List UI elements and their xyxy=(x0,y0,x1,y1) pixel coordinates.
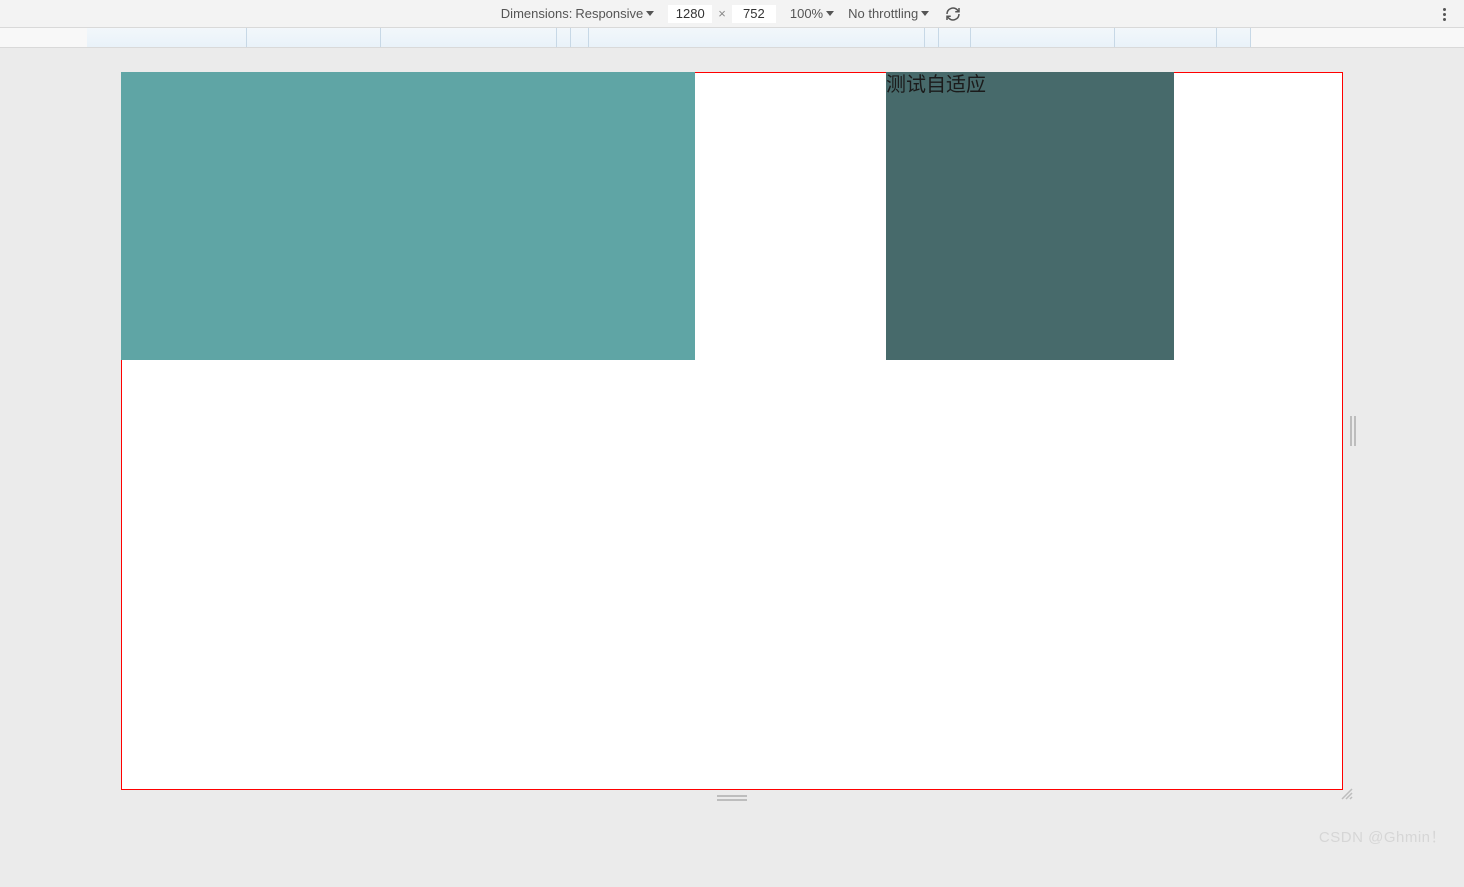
rotate-icon xyxy=(944,5,962,23)
resize-handle-corner[interactable] xyxy=(1340,787,1354,801)
emulated-viewport: 测试自适应 xyxy=(121,72,1343,790)
ruler-segment[interactable] xyxy=(971,28,1115,47)
ruler-segment[interactable] xyxy=(925,28,939,47)
throttling-dropdown[interactable]: No throttling xyxy=(848,6,929,21)
ruler-segments xyxy=(87,28,1251,47)
breakpoint-ruler[interactable] xyxy=(0,28,1464,48)
device-toolbar: Dimensions: Responsive × 100% No throttl… xyxy=(0,0,1464,28)
teal-box xyxy=(121,72,695,360)
ruler-segment[interactable] xyxy=(87,28,247,47)
zoom-dropdown[interactable]: 100% xyxy=(790,6,834,21)
ruler-segment[interactable] xyxy=(381,28,557,47)
resize-handle-bottom[interactable] xyxy=(717,795,747,803)
kebab-icon xyxy=(1443,8,1446,21)
size-inputs: × xyxy=(668,5,776,23)
dimensions-label: Dimensions: xyxy=(501,6,573,21)
ruler-segment[interactable] xyxy=(939,28,971,47)
resize-handle-right[interactable] xyxy=(1350,416,1358,446)
width-input[interactable] xyxy=(668,5,712,23)
dimensions-value: Responsive xyxy=(575,6,643,21)
ruler-segment[interactable] xyxy=(557,28,571,47)
throttling-value: No throttling xyxy=(848,6,918,21)
chevron-down-icon xyxy=(826,11,834,16)
ruler-segment[interactable] xyxy=(1115,28,1217,47)
dark-box: 测试自适应 xyxy=(886,72,1174,360)
zoom-value: 100% xyxy=(790,6,823,21)
viewport-wrap: 测试自适应 xyxy=(0,48,1464,811)
resize-corner-icon xyxy=(1340,787,1354,801)
more-options-button[interactable] xyxy=(1434,4,1454,24)
height-input[interactable] xyxy=(732,5,776,23)
ruler-segment[interactable] xyxy=(1217,28,1251,47)
rotate-button[interactable] xyxy=(943,4,963,24)
chevron-down-icon xyxy=(921,11,929,16)
dark-box-text: 测试自适应 xyxy=(886,74,986,96)
dimensions-dropdown[interactable]: Dimensions: Responsive xyxy=(501,6,654,21)
ruler-segment[interactable] xyxy=(571,28,589,47)
ruler-segment[interactable] xyxy=(247,28,381,47)
chevron-down-icon xyxy=(646,11,654,16)
size-separator: × xyxy=(716,6,728,21)
watermark: CSDN @Ghmin！ xyxy=(1319,826,1446,847)
ruler-segment[interactable] xyxy=(589,28,925,47)
